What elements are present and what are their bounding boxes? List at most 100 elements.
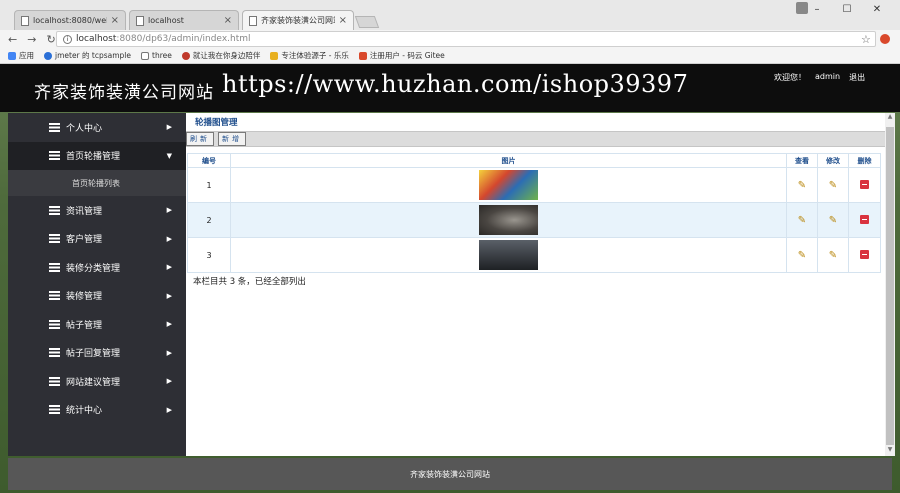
sidebar-item-posts[interactable]: 帖子管理 ▶ — [8, 310, 186, 339]
row-id: 3 — [187, 237, 231, 273]
row-image-cell — [230, 167, 787, 203]
bookmarks-bar: 应用 jmeter 的 tcpsample three 就让我在你身边陪伴 专注… — [0, 48, 900, 64]
bookmark-item[interactable]: 就让我在你身边陪伴 — [181, 50, 260, 61]
sidebar-item-statistics[interactable]: 统计中心 ▶ — [8, 396, 186, 425]
bookmark-star-icon[interactable]: ☆ — [861, 33, 871, 46]
bookmark-item[interactable]: 专注体验源子 - 乐乐 — [270, 50, 349, 61]
delete-cell — [848, 202, 881, 238]
browser-tabbar: localhost:8080/webtoo × localhost × 齐家装饰… — [0, 0, 900, 30]
scroll-up-arrow-icon[interactable]: ▲ — [886, 113, 894, 123]
column-header-image: 图片 — [230, 153, 787, 168]
forward-icon[interactable]: → — [27, 33, 36, 46]
row-image-cell — [230, 237, 787, 273]
sidebar-item-carousel[interactable]: 首页轮播管理 ▼ — [8, 141, 186, 170]
view-pencil-icon[interactable]: ✎ — [798, 250, 806, 261]
sidebar-item-label: 客户管理 — [66, 235, 103, 246]
extension-icon[interactable] — [880, 34, 890, 44]
window-controls: – ☐ ✕ — [802, 0, 892, 18]
close-tab-icon[interactable]: × — [111, 15, 119, 26]
edit-cell: ✎ — [817, 202, 849, 238]
sidebar-item-post-replies[interactable]: 帖子回复管理 ▶ — [8, 339, 186, 368]
refresh-button[interactable]: 刷新 — [186, 132, 214, 146]
minimize-button[interactable]: – — [802, 0, 832, 18]
action-bar: 刷新 新增 — [186, 131, 885, 147]
menu-stack-icon — [49, 319, 60, 329]
delete-icon[interactable] — [860, 249, 869, 259]
view-pencil-icon[interactable]: ✎ — [798, 215, 806, 226]
address-host: localhost — [76, 34, 117, 44]
sidebar-item-personal-center[interactable]: 个人中心 ▶ — [8, 113, 186, 142]
view-cell: ✎ — [786, 167, 818, 203]
tab-label: 齐家装饰装潢公司网站 — [261, 16, 335, 25]
table-row: 2 ✎ ✎ — [187, 202, 881, 238]
bookmark-item[interactable]: jmeter 的 tcpsample — [44, 50, 131, 61]
sidebar-item-customers[interactable]: 客户管理 ▶ — [8, 225, 186, 254]
view-pencil-icon[interactable]: ✎ — [798, 180, 806, 191]
close-tab-icon[interactable]: × — [224, 15, 232, 26]
caret-right-icon: ▶ — [166, 320, 172, 329]
bookmark-apps[interactable]: 应用 — [8, 50, 34, 61]
sidebar-item-suggestions[interactable]: 网站建议管理 ▶ — [8, 367, 186, 396]
back-icon[interactable]: ← — [8, 33, 17, 46]
bookmark-item[interactable]: 注册用户 - 码云 Gitee — [358, 50, 445, 61]
submenu-item-carousel-list[interactable]: 首页轮播列表 — [8, 170, 186, 196]
caret-right-icon: ▶ — [166, 206, 172, 215]
edit-pencil-icon[interactable]: ✎ — [829, 180, 837, 191]
add-button[interactable]: 新增 — [218, 132, 246, 146]
browser-tab[interactable]: localhost:8080/webtoo × — [14, 10, 126, 30]
menu-stack-icon — [49, 405, 60, 415]
content-scrollbar[interactable]: ▲ ▼ — [885, 113, 895, 456]
new-tab-button[interactable] — [354, 16, 380, 28]
sidebar-item-news[interactable]: 资讯管理 ▶ — [8, 196, 186, 225]
edit-pencil-icon[interactable]: ✎ — [829, 250, 837, 261]
header-user-area: 欢迎您！ admin 退出 — [774, 72, 865, 83]
close-tab-icon[interactable]: × — [339, 15, 347, 26]
carousel-table: 编号 图片 查看 修改 删除 1 ✎ ✎ 2 ✎ ✎ 3 ✎ ✎ — [187, 153, 881, 273]
bookmark-label: 应用 — [19, 51, 34, 60]
apps-grid-icon — [8, 51, 16, 60]
sidebar-item-decoration-category[interactable]: 装修分类管理 ▶ — [8, 253, 186, 282]
carousel-thumbnail[interactable] — [479, 170, 538, 200]
column-header-view: 查看 — [786, 153, 818, 168]
tab-label: localhost:8080/webtoo — [33, 16, 107, 25]
bookmark-label: 专注体验源子 - 乐乐 — [281, 51, 349, 60]
reload-icon[interactable]: ↻ — [46, 33, 55, 46]
username-link[interactable]: admin — [815, 72, 840, 83]
sidebar: 个人中心 ▶ 首页轮播管理 ▼ 首页轮播列表 资讯管理 ▶ 客户管理 ▶ 装修分… — [8, 113, 186, 456]
bookmark-label: three — [152, 51, 172, 60]
address-bar[interactable]: i localhost:8080/dp63/admin/index.html — [56, 31, 876, 47]
row-id: 2 — [187, 202, 231, 238]
logout-link[interactable]: 退出 — [849, 72, 865, 83]
sidebar-item-label: 帖子管理 — [66, 320, 103, 331]
list-summary: 本栏目共 3 条，已经全部列出 — [193, 277, 306, 287]
scroll-thumb[interactable] — [886, 127, 894, 445]
info-icon[interactable]: i — [63, 34, 72, 44]
caret-right-icon: ▶ — [166, 348, 172, 357]
edit-pencil-icon[interactable]: ✎ — [829, 215, 837, 226]
delete-icon[interactable] — [860, 214, 869, 224]
caret-right-icon: ▶ — [166, 263, 172, 272]
menu-stack-icon — [49, 291, 60, 301]
close-window-button[interactable]: ✕ — [862, 0, 892, 18]
carousel-thumbnail[interactable] — [479, 205, 538, 235]
caret-down-icon: ▼ — [166, 151, 172, 160]
menu-stack-icon — [49, 151, 60, 161]
view-cell: ✎ — [786, 237, 818, 273]
main-content: 轮播图管理 刷新 新增 编号 图片 查看 修改 删除 1 ✎ ✎ 2 ✎ ✎ 3… — [186, 113, 885, 456]
carousel-thumbnail[interactable] — [479, 240, 538, 270]
bookmark-item[interactable]: three — [141, 51, 172, 60]
page-icon — [141, 51, 150, 60]
document-icon — [249, 15, 257, 26]
section-title: 轮播图管理 — [195, 118, 238, 128]
welcome-text: 欢迎您！ — [774, 73, 806, 82]
browser-tab-active[interactable]: 齐家装饰装潢公司网站 × — [242, 10, 354, 30]
delete-icon[interactable] — [860, 179, 869, 189]
scroll-down-arrow-icon[interactable]: ▼ — [886, 446, 894, 456]
browser-tab[interactable]: localhost × — [129, 10, 239, 30]
sidebar-item-decoration[interactable]: 装修管理 ▶ — [8, 282, 186, 311]
sidebar-item-label: 装修分类管理 — [66, 263, 121, 274]
maximize-button[interactable]: ☐ — [832, 0, 862, 18]
sidebar-item-label: 个人中心 — [66, 123, 103, 134]
menu-stack-icon — [49, 376, 60, 386]
gitee-icon — [358, 51, 367, 60]
